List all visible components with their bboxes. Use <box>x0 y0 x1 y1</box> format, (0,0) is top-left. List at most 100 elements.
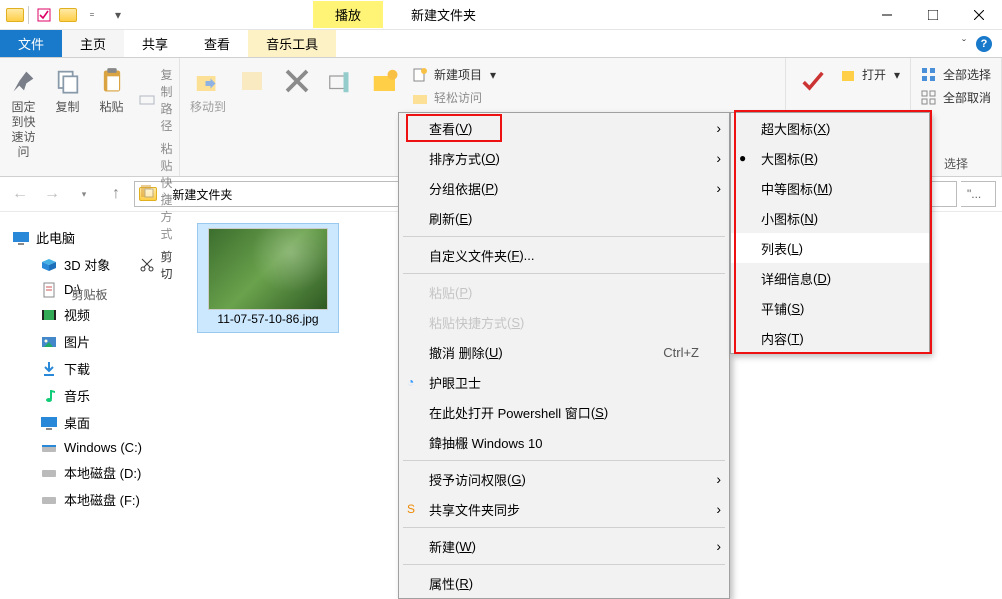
desktop-icon <box>40 416 58 430</box>
delete-x-icon <box>280 64 314 98</box>
view-submenu: 超大图标(X) ●大图标(R) 中等图标(M) 小图标(N) 列表(L) 详细信… <box>730 112 930 354</box>
select-all-icon <box>921 67 937 83</box>
folder-icon[interactable] <box>59 8 77 22</box>
submenu-extra-large[interactable]: 超大图标(X) <box>731 113 929 143</box>
file-name: 11-07-57-10-86.jpg <box>217 312 318 328</box>
submenu-content[interactable]: 内容(T) <box>731 323 929 353</box>
contextual-tab-header: 播放 <box>313 1 383 28</box>
tree-item[interactable]: Windows (C:) <box>10 436 186 459</box>
qat-checkbox-icon[interactable] <box>33 4 55 26</box>
tree-item[interactable]: 桌面 <box>10 409 186 436</box>
qat-dropdown-icon[interactable]: = <box>81 4 103 26</box>
menu-grant-access[interactable]: 授予访问权限(G) <box>399 464 729 494</box>
paste-button[interactable]: 粘贴 <box>91 60 133 115</box>
menu-eye-guard[interactable]: ◔护眼卫士 <box>399 367 729 397</box>
tab-share[interactable]: 共享 <box>124 30 186 57</box>
new-item-button[interactable]: 新建项目▾ <box>408 64 500 85</box>
quick-access-toolbar: = ▾ <box>0 4 135 26</box>
copy-to-button[interactable] <box>232 60 274 98</box>
cut-button[interactable]: 剪切 <box>135 246 177 284</box>
folder-icon <box>6 8 24 22</box>
drive-icon <box>40 466 58 480</box>
move-to-icon <box>191 64 225 98</box>
clipboard-group-label: 剪贴板 <box>6 284 173 307</box>
maximize-button[interactable] <box>910 0 956 30</box>
submenu-small[interactable]: 小图标(N) <box>731 203 929 233</box>
menu-customize[interactable]: 自定义文件夹(F)... <box>399 240 729 270</box>
submenu-medium[interactable]: 中等图标(M) <box>731 173 929 203</box>
path-icon <box>139 92 155 108</box>
menu-undo[interactable]: 撤消 删除(U)Ctrl+Z <box>399 337 729 367</box>
shortcut-icon <box>139 183 155 199</box>
open-icon <box>840 67 856 83</box>
submenu-tiles[interactable]: 平铺(S) <box>731 293 929 323</box>
window-controls <box>864 0 1002 30</box>
qat-caret-icon[interactable]: ▾ <box>107 4 129 26</box>
tab-music-tools[interactable]: 音乐工具 <box>248 30 336 57</box>
paste-shortcut-button[interactable]: 粘贴快捷方式 <box>135 138 177 244</box>
check-icon <box>796 64 830 98</box>
paste-icon <box>95 64 129 98</box>
music-icon <box>40 389 58 403</box>
forward-button[interactable]: → <box>38 180 66 208</box>
picture-icon <box>40 335 58 349</box>
pin-icon <box>7 64 41 98</box>
tree-item[interactable]: 音乐 <box>10 382 186 409</box>
submenu-details[interactable]: 详细信息(D) <box>731 263 929 293</box>
delete-button[interactable] <box>276 60 318 98</box>
drive-icon <box>40 493 58 507</box>
easy-access-button[interactable]: 轻松访问 <box>408 87 500 108</box>
copy-button[interactable]: 复制 <box>47 60 89 115</box>
new-folder-button[interactable] <box>364 60 406 98</box>
pin-to-quick-access-button[interactable]: 固定到快 速访问 <box>3 60 45 160</box>
tree-item[interactable]: 图片 <box>10 328 186 355</box>
new-folder-icon <box>368 64 402 98</box>
rename-button[interactable] <box>320 60 362 98</box>
file-item[interactable]: 11-07-57-10-86.jpg <box>198 224 338 332</box>
menu-new[interactable]: 新建(W) <box>399 531 729 561</box>
properties-button[interactable] <box>792 60 834 98</box>
menu-win10[interactable]: 鍏抽棴 Windows 10 <box>399 427 729 457</box>
image-thumbnail <box>208 228 328 310</box>
tree-item[interactable]: 本地磁盘 (F:) <box>10 486 186 513</box>
window-title: 新建文件夹 <box>411 5 476 24</box>
ribbon-tabs: 文件 主页 共享 查看 音乐工具 ˇ ? <box>0 30 1002 58</box>
rename-icon <box>324 64 358 98</box>
deselect-icon <box>921 90 937 106</box>
submenu-large[interactable]: ●大图标(R) <box>731 143 929 173</box>
title-bar: = ▾ 播放 新建文件夹 <box>0 0 1002 30</box>
breadcrumb-segment[interactable]: 新建文件夹 <box>172 186 232 203</box>
tab-view[interactable]: 查看 <box>186 30 248 57</box>
menu-powershell[interactable]: 在此处打开 Powershell 窗口(S) <box>399 397 729 427</box>
menu-refresh[interactable]: 刷新(E) <box>399 203 729 233</box>
menu-properties[interactable]: 属性(R) <box>399 568 729 598</box>
tree-item[interactable]: 下载 <box>10 355 186 382</box>
select-all-button[interactable]: 全部选择 <box>917 64 995 85</box>
tab-file[interactable]: 文件 <box>0 30 62 57</box>
new-item-icon <box>412 67 428 83</box>
copy-path-button[interactable]: 复制路径 <box>135 64 177 136</box>
tab-home[interactable]: 主页 <box>62 30 124 57</box>
clock-icon: ◔ <box>407 375 414 389</box>
menu-paste[interactable]: 粘贴(P) <box>399 277 729 307</box>
menu-share-sync[interactable]: S共享文件夹同步 <box>399 494 729 524</box>
minimize-button[interactable] <box>864 0 910 30</box>
ribbon-collapse-icon[interactable]: ˇ <box>962 37 966 51</box>
help-icon[interactable]: ? <box>976 36 992 52</box>
submenu-list[interactable]: 列表(L) <box>731 233 929 263</box>
menu-sort[interactable]: 排序方式(O) <box>399 143 729 173</box>
video-icon <box>40 308 58 322</box>
easy-access-icon <box>412 90 428 106</box>
download-icon <box>40 362 58 376</box>
menu-view[interactable]: 查看(V) <box>399 113 729 143</box>
deselect-button[interactable]: 全部取消 <box>917 87 995 108</box>
tree-item[interactable]: 本地磁盘 (D:) <box>10 459 186 486</box>
menu-paste-shortcut[interactable]: 粘贴快捷方式(S) <box>399 307 729 337</box>
search-box[interactable]: "... <box>961 181 996 207</box>
move-to-button[interactable]: 移动到 <box>186 60 230 115</box>
back-button[interactable]: ← <box>6 180 34 208</box>
close-button[interactable] <box>956 0 1002 30</box>
scissors-icon <box>139 257 155 273</box>
menu-group[interactable]: 分组依据(P) <box>399 173 729 203</box>
open-button[interactable]: 打开▾ <box>836 64 904 85</box>
